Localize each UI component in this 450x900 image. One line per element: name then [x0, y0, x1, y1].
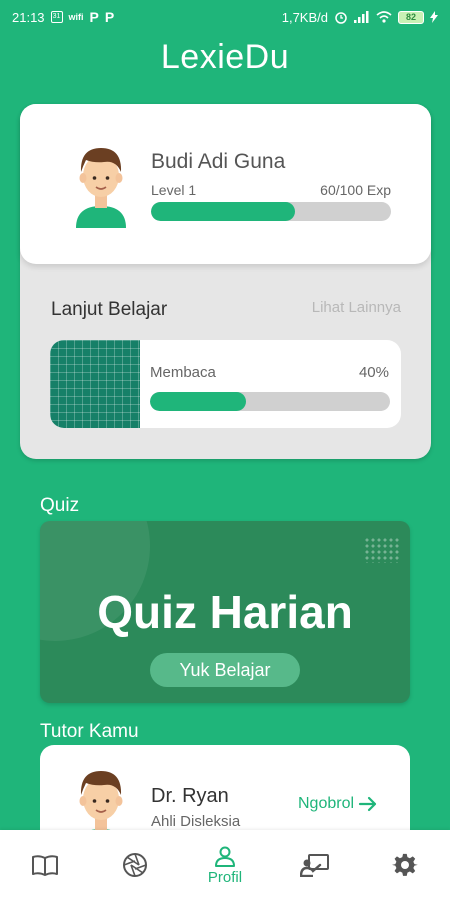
calendar-icon: 31: [50, 11, 63, 23]
see-more-link[interactable]: Lihat Lainnya: [312, 299, 401, 316]
app-p-icon: P: [89, 9, 99, 25]
nav-item-book[interactable]: [0, 830, 90, 900]
charging-icon: [430, 11, 438, 23]
course-percent: 40%: [358, 364, 389, 381]
user-level: Level 1: [151, 182, 197, 198]
exp-progress-fill: [151, 202, 295, 221]
continue-learning-title: Lanjut Belajar: [51, 299, 168, 320]
level-row: Level 1 60/100 Exp: [151, 182, 391, 198]
book-icon: [32, 855, 58, 876]
user-exp: 60/100 Exp: [320, 182, 391, 198]
nav-item-settings[interactable]: [360, 830, 450, 900]
bottom-navigation: Profil: [0, 830, 450, 900]
course-card-reading[interactable]: Membaca 40%: [50, 340, 401, 428]
battery-icon: 82: [398, 10, 424, 24]
quiz-decoration-dots: [364, 537, 400, 563]
person-icon: [215, 846, 235, 867]
tutor-role: Ahli Disleksia: [151, 813, 241, 830]
tutor-section-title: Tutor Kamu: [40, 721, 139, 742]
nav-label-profile: Profil: [207, 868, 243, 886]
start-learning-button[interactable]: Yuk Belajar: [150, 653, 300, 687]
status-bar: 21:13 31 wifi P P 1,7KB/d 82: [0, 0, 450, 34]
status-time: 21:13: [12, 9, 45, 25]
app-title: LexieDu: [160, 38, 290, 76]
app-p-icon-2: P: [104, 9, 115, 25]
exp-progress-bar: [151, 202, 391, 221]
signal-icon: [354, 11, 369, 23]
gear-icon: [392, 853, 418, 876]
quiz-title: Quiz Harian: [97, 586, 353, 638]
chat-label: Ngobrol: [298, 795, 355, 812]
user-avatar: [76, 148, 126, 228]
profile-summary-card: Budi Adi Guna Level 1 60/100 Exp Lanjut …: [20, 104, 431, 459]
course-name: Membaca: [150, 364, 216, 381]
course-thumbnail: [50, 340, 140, 428]
teacher-board-icon: [300, 854, 329, 877]
camera-shutter-icon: [123, 853, 147, 877]
daily-quiz-card[interactable]: Quiz Harian Yuk Belajar: [40, 521, 410, 703]
nav-item-shutter[interactable]: [90, 830, 180, 900]
arrow-right-icon: [358, 796, 377, 812]
alarm-icon: [335, 12, 347, 24]
course-progress-bar: [150, 392, 390, 411]
tutor-name: Dr. Ryan: [151, 785, 229, 807]
profile-card[interactable]: Budi Adi Guna Level 1 60/100 Exp: [20, 104, 431, 264]
notification-icon: wifi: [68, 12, 84, 22]
user-name: Budi Adi Guna: [151, 150, 286, 173]
nav-item-profile[interactable]: Profil: [180, 830, 270, 900]
course-progress-fill: [150, 392, 246, 411]
network-speed: 1,7KB/d: [281, 9, 328, 25]
chat-tutor-button[interactable]: Ngobrol: [298, 795, 378, 813]
wifi-icon: [376, 11, 392, 23]
quiz-section-title: Quiz: [40, 495, 80, 516]
nav-item-teacher[interactable]: [270, 830, 360, 900]
